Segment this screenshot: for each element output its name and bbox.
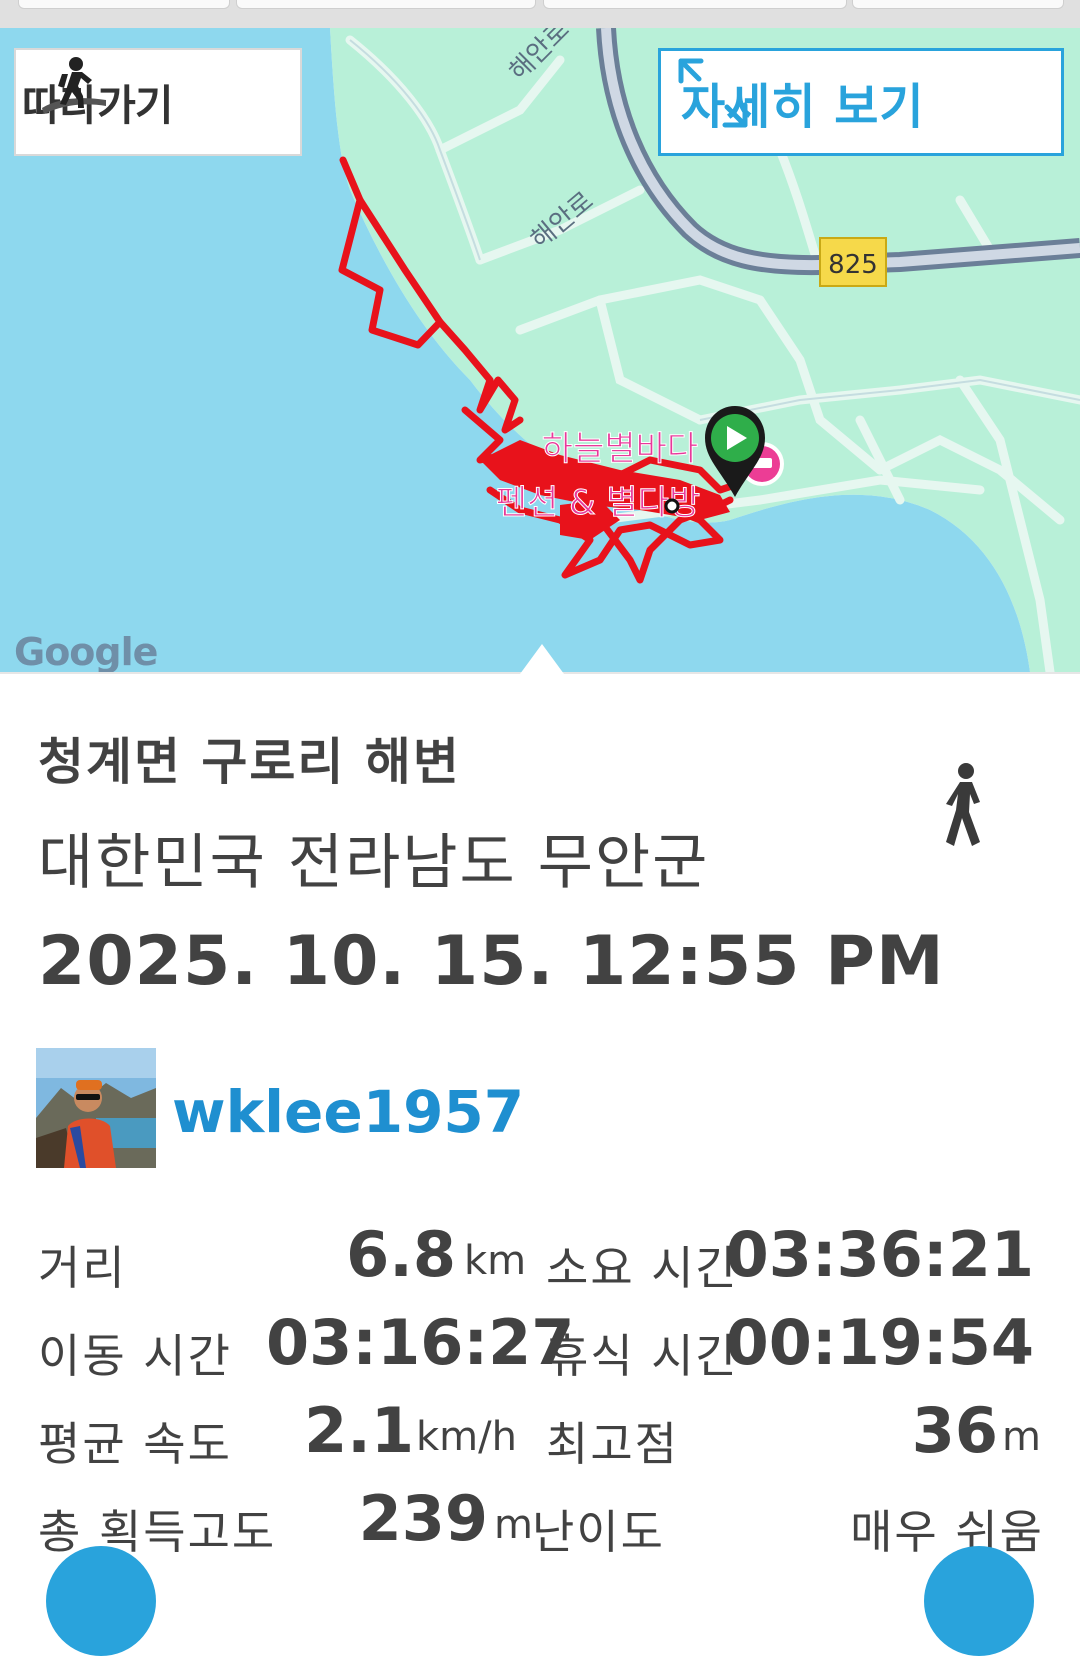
avg-speed-unit: km/h [416, 1414, 517, 1460]
avg-speed-label: 평균 속도 [38, 1417, 232, 1471]
elevation-gain-value: 239 [358, 1482, 488, 1555]
distance-unit: km [464, 1238, 527, 1284]
expand-icon [678, 58, 748, 128]
rest-time-value: 00:19:54 [725, 1306, 1034, 1379]
end-point-icon [664, 498, 680, 514]
elapsed-value: 03:36:21 [725, 1218, 1034, 1291]
trip-region: 대한민국 전라남도 무안군 [38, 828, 710, 898]
tab-segment[interactable] [236, 0, 536, 9]
max-altitude-unit: m [1002, 1414, 1041, 1460]
user-avatar[interactable] [36, 1048, 156, 1168]
right-action-button[interactable] [924, 1546, 1034, 1656]
elapsed-label: 소요 시간 [546, 1241, 740, 1295]
avg-speed-value: 2.1 [304, 1394, 414, 1467]
follow-button[interactable]: 따라가기 [14, 48, 302, 156]
distance-label: 거리 [38, 1241, 127, 1295]
tab-segment[interactable] [543, 0, 847, 9]
hiker-icon [42, 57, 106, 114]
stats-table: 거리 6.8 km 소요 시간 03:36:21 이동 시간 03:16:27 … [38, 1214, 1048, 1566]
stats-row: 평균 속도 2.1 km/h 최고점 36 m [38, 1390, 1048, 1478]
stats-row: 거리 6.8 km 소요 시간 03:36:21 [38, 1214, 1048, 1302]
stats-row: 총 획득고도 239 m 난이도 매우 쉬움 [38, 1478, 1048, 1566]
tab-segment[interactable] [852, 0, 1064, 9]
elevation-gain-unit: m [494, 1502, 533, 1548]
rest-time-label: 휴식 시간 [546, 1329, 740, 1383]
trip-title: 청계면 구로리 해변 [38, 733, 461, 791]
distance-value: 6.8 [346, 1218, 456, 1291]
walking-icon [946, 763, 980, 846]
username-link[interactable]: wklee1957 [172, 1078, 524, 1146]
avatar-photo [36, 1048, 156, 1168]
difficulty-value: 매우 쉬움 [850, 1505, 1044, 1559]
google-attribution: Google [14, 630, 158, 672]
route-number: 825 [828, 250, 878, 280]
moving-time-value: 03:16:27 [266, 1306, 575, 1379]
difficulty-label: 난이도 [532, 1505, 665, 1559]
top-tab-strip [0, 0, 1080, 28]
track-map[interactable]: 해안로 해안로 825 하늘별바다 펜션 & 별다방 따라가기 자세히 보기 G… [0, 28, 1080, 672]
tab-segment[interactable] [18, 0, 230, 9]
stats-row: 이동 시간 03:16:27 휴식 시간 00:19:54 [38, 1302, 1048, 1390]
trip-datetime: 2025. 10. 15. 12:55 PM [38, 922, 945, 1001]
detail-view-button[interactable]: 자세히 보기 [658, 48, 1064, 156]
moving-time-label: 이동 시간 [38, 1329, 232, 1383]
max-altitude-label: 최고점 [546, 1417, 679, 1471]
max-altitude-value: 36 [911, 1394, 998, 1467]
left-action-button[interactable] [46, 1546, 156, 1656]
poi-name-line1: 하늘별바다 [542, 429, 698, 469]
panel-pointer [520, 644, 564, 674]
